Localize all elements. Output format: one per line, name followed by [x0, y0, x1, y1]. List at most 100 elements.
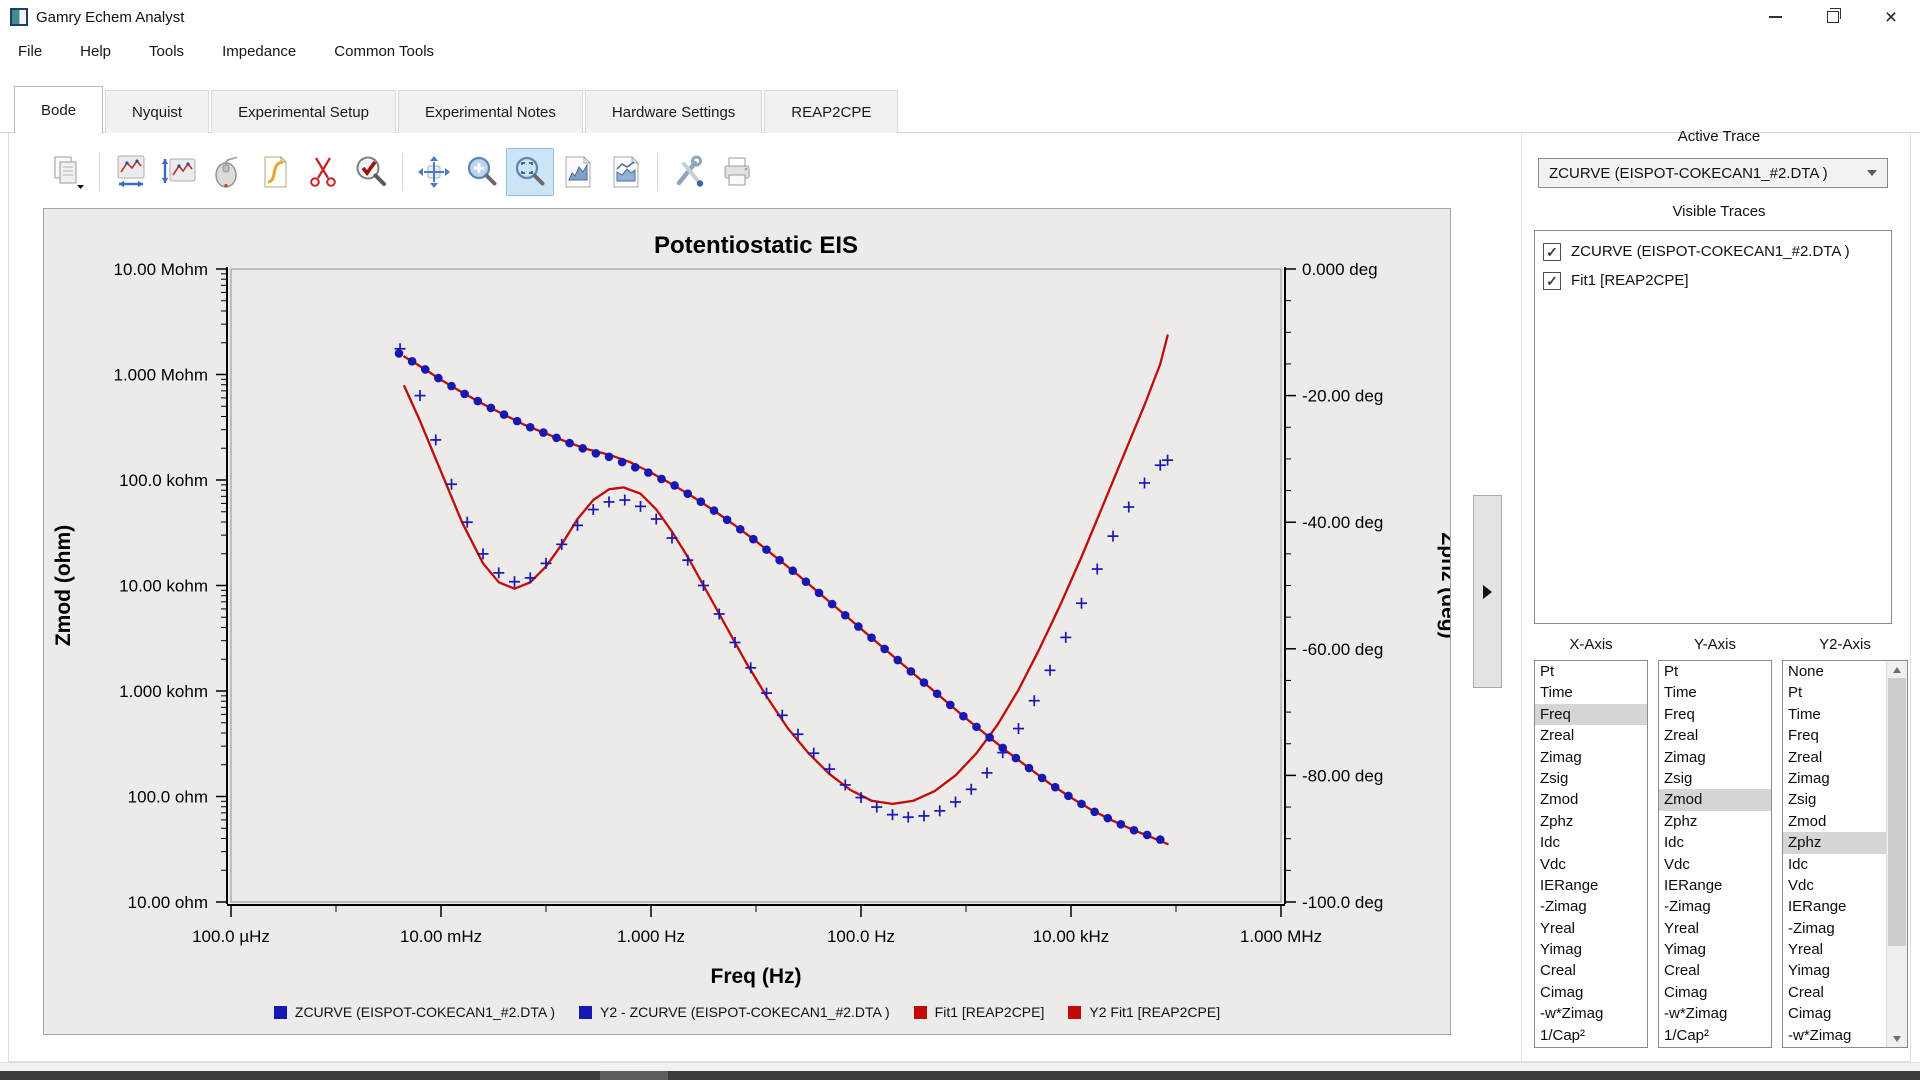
axis-option[interactable]: Zimag	[1783, 768, 1887, 789]
cut-button[interactable]	[299, 148, 347, 196]
tab-hardware-settings[interactable]: Hardware Settings	[585, 90, 762, 133]
scrollbar-thumb[interactable]	[1888, 678, 1906, 946]
tab-bode[interactable]: Bode	[14, 86, 103, 134]
scroll-down-icon[interactable]	[1887, 1030, 1907, 1047]
axis-option[interactable]: Cimag	[1659, 982, 1771, 1003]
axis-option[interactable]: Creal	[1659, 960, 1771, 981]
axis-option[interactable]: Zphz	[1659, 811, 1771, 832]
axis-option[interactable]: Yreal	[1535, 918, 1647, 939]
active-trace-dropdown[interactable]: ZCURVE (EISPOT-COKECAN1_#2.DTA )	[1538, 158, 1888, 188]
axis-option[interactable]: Yreal	[1659, 918, 1771, 939]
axis-option[interactable]: -Zimag	[1535, 896, 1647, 917]
tab-experimental-notes[interactable]: Experimental Notes	[398, 90, 583, 133]
axis-option[interactable]: -w*Zimag	[1659, 1003, 1771, 1024]
axis-option[interactable]: Zmod	[1659, 789, 1771, 810]
axis-option[interactable]: Yreal	[1783, 939, 1887, 960]
axis-option[interactable]: IERange	[1783, 896, 1887, 917]
tools-options-button[interactable]	[665, 148, 713, 196]
print-button[interactable]	[713, 148, 761, 196]
zoom-in-icon	[464, 154, 500, 190]
axis-option[interactable]: Zphz	[1783, 832, 1887, 853]
tab-nyquist[interactable]: Nyquist	[105, 90, 209, 133]
axis-option[interactable]: IERange	[1659, 875, 1771, 896]
axis-option[interactable]: Time	[1659, 682, 1771, 703]
axis-option[interactable]: Time	[1783, 704, 1887, 725]
axis-option[interactable]: -Zimag	[1659, 896, 1771, 917]
close-button[interactable]: ×	[1862, 0, 1920, 34]
axis-option[interactable]: Cimag	[1783, 1003, 1887, 1024]
minimize-button[interactable]	[1746, 0, 1804, 34]
axis-option[interactable]: Zmod	[1783, 811, 1887, 832]
axis-option[interactable]: Zreal	[1535, 725, 1647, 746]
axis-option[interactable]: Yimag	[1783, 960, 1887, 981]
axis-option[interactable]: Creal	[1783, 982, 1887, 1003]
legend-label: Y2 Fit1 [REAP2CPE]	[1089, 1004, 1220, 1020]
axis-option[interactable]: Zimag	[1659, 747, 1771, 768]
trace-checkbox[interactable]: ✓	[1543, 243, 1561, 261]
axis-option[interactable]: 1/Cap²	[1783, 1046, 1887, 1048]
legend-item: Y2 - ZCURVE (EISPOT-COKECAN1_#2.DTA )	[579, 1004, 890, 1020]
scrollbar[interactable]	[1886, 661, 1907, 1047]
axis-option[interactable]: Cimag	[1535, 982, 1647, 1003]
copy-pages-button[interactable]	[44, 148, 92, 196]
menu-item-tools[interactable]: Tools	[131, 37, 204, 66]
axis-option[interactable]: Vdc	[1659, 854, 1771, 875]
axis-option[interactable]: Yimag	[1535, 939, 1647, 960]
tab-reap2cpe[interactable]: REAP2CPE	[764, 90, 898, 133]
axis-option[interactable]: Zreal	[1783, 747, 1887, 768]
zoom-in-button[interactable]	[458, 148, 506, 196]
axis-option[interactable]: Freq	[1535, 704, 1647, 725]
menu-item-impedance[interactable]: Impedance	[204, 37, 316, 66]
axis-option[interactable]: Freq	[1783, 725, 1887, 746]
axis-option[interactable]: Idc	[1659, 832, 1771, 853]
mouse-drag-button[interactable]	[203, 148, 251, 196]
axis-option[interactable]: Pt	[1535, 661, 1647, 682]
axis-option[interactable]: Zmod	[1535, 789, 1647, 810]
restore-button[interactable]	[1804, 0, 1862, 34]
tab-experimental-setup[interactable]: Experimental Setup	[211, 90, 396, 133]
axis-option[interactable]: Idc	[1783, 854, 1887, 875]
autoscale-y-button[interactable]	[155, 148, 203, 196]
graph-report-button[interactable]	[554, 148, 602, 196]
axis-option[interactable]: -w*Zimag	[1535, 1003, 1647, 1024]
trace-checkbox[interactable]: ✓	[1543, 272, 1561, 290]
axis-option[interactable]: Freq	[1659, 704, 1771, 725]
autoscale-x-button[interactable]	[107, 148, 155, 196]
scroll-up-icon[interactable]	[1887, 661, 1907, 678]
curve-fit-button[interactable]	[251, 148, 299, 196]
bode-chart[interactable]: Potentiostatic EIS10.00 Mohm1.000 Mohm10…	[44, 209, 1450, 1034]
axis-option[interactable]: Zsig	[1659, 768, 1771, 789]
visible-trace-item[interactable]: ✓ZCURVE (EISPOT-COKECAN1_#2.DTA )	[1543, 237, 1883, 266]
visible-trace-item[interactable]: ✓Fit1 [REAP2CPE]	[1543, 266, 1883, 295]
accept-fit-button[interactable]	[347, 148, 395, 196]
menu-item-common-tools[interactable]: Common Tools	[316, 37, 454, 66]
axis-option[interactable]: Yimag	[1659, 939, 1771, 960]
axis-option[interactable]: 1/Cap²	[1659, 1025, 1771, 1046]
axis-option[interactable]: Pt	[1783, 682, 1887, 703]
axis-option[interactable]: 1/Cap²	[1535, 1025, 1647, 1046]
axis-option[interactable]: -w*Zimag	[1783, 1025, 1887, 1046]
axis-option[interactable]: IERange	[1535, 875, 1647, 896]
axis-option[interactable]: Creal	[1535, 960, 1647, 981]
axis-option[interactable]: Vdc	[1783, 875, 1887, 896]
svg-text:100.0 ohm: 100.0 ohm	[128, 788, 208, 807]
zoom-box-button[interactable]	[506, 148, 554, 196]
toolbar-separator	[657, 153, 658, 191]
axis-option[interactable]: -Zimag	[1783, 918, 1887, 939]
axis-option[interactable]: Pt	[1659, 661, 1771, 682]
graph-report-2-button[interactable]	[602, 148, 650, 196]
axis-option[interactable]: Zsig	[1783, 789, 1887, 810]
axis-option[interactable]: Zreal	[1659, 725, 1771, 746]
axis-option[interactable]: Zimag	[1535, 747, 1647, 768]
axis-option[interactable]: Idc	[1535, 832, 1647, 853]
panel-collapse-button[interactable]	[1473, 495, 1502, 688]
menu-item-help[interactable]: Help	[62, 37, 131, 66]
axis-option[interactable]: Zsig	[1535, 768, 1647, 789]
axis-option[interactable]: Zphz	[1535, 811, 1647, 832]
taskbar[interactable]	[0, 1071, 1920, 1080]
menu-item-file[interactable]: File	[0, 37, 62, 66]
axis-option[interactable]: Time	[1535, 682, 1647, 703]
axis-option[interactable]: None	[1783, 661, 1887, 682]
axis-option[interactable]: Vdc	[1535, 854, 1647, 875]
pan-button[interactable]	[410, 148, 458, 196]
